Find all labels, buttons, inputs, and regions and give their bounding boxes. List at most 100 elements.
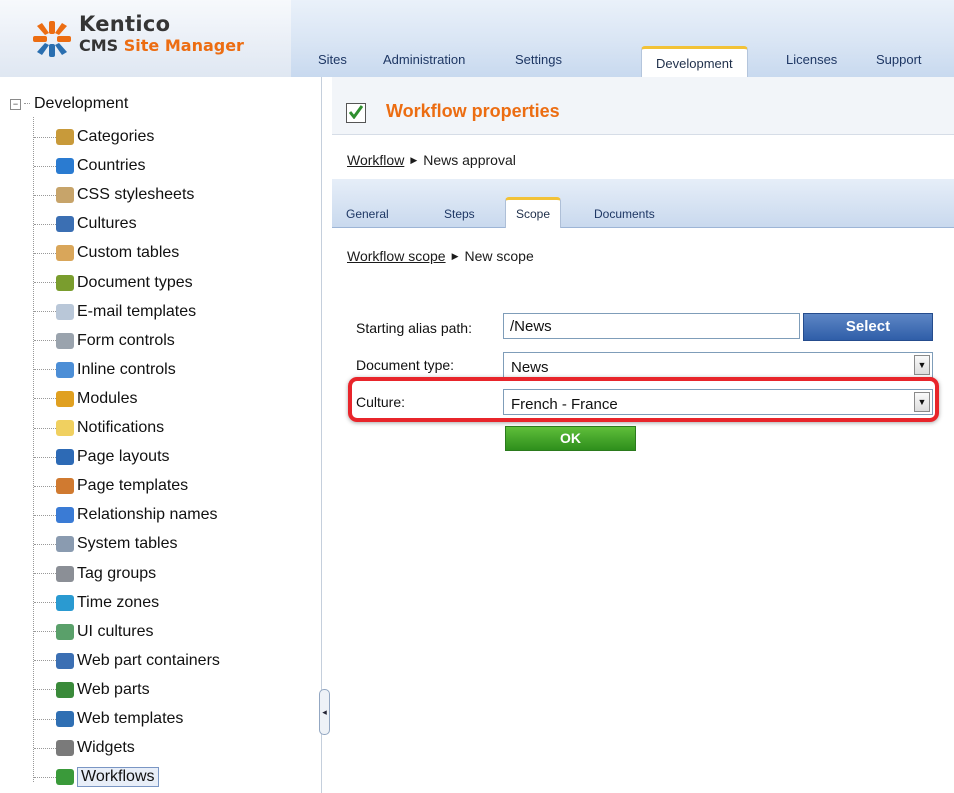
- table-icon: [56, 245, 74, 262]
- tree-connector: [34, 485, 56, 487]
- breadcrumb-arrow-icon: ▶: [451, 251, 459, 261]
- tree-item-label: Categories: [77, 128, 155, 145]
- tree-item-countries[interactable]: Countries: [34, 156, 145, 176]
- puzzle-icon: [56, 681, 74, 698]
- culture-value: French - France: [511, 396, 618, 413]
- tree-item-label: Document types: [77, 273, 193, 291]
- tree-item-widgets[interactable]: Widgets: [34, 738, 135, 758]
- breadcrumb-arrow-icon: ▶: [410, 155, 418, 165]
- menu-tab-support[interactable]: Support: [876, 52, 922, 67]
- breadcrumb-link-workflow[interactable]: Workflow: [347, 152, 404, 168]
- tree-connector: [34, 311, 56, 313]
- tree-connector: [34, 136, 56, 138]
- tree-item-time-zones[interactable]: Time zones: [34, 593, 159, 613]
- tree-item-system-tables[interactable]: System tables: [34, 534, 177, 554]
- tree-item-relationship-names[interactable]: Relationship names: [34, 505, 218, 525]
- tree-item-label: CSS stylesheets: [77, 186, 195, 204]
- breadcrumb-workflow: Workflow ▶ News approval: [332, 135, 954, 180]
- tree-item-e-mail-templates[interactable]: E-mail templates: [34, 302, 196, 322]
- tree-connector: [34, 573, 56, 574]
- workflow-check-icon: [56, 769, 74, 786]
- tab-general[interactable]: General: [346, 207, 389, 221]
- tree-item-label: Cultures: [77, 215, 137, 233]
- menu-tab-licenses[interactable]: Licenses: [786, 52, 837, 67]
- relationship-icon: [56, 507, 74, 524]
- kentico-logo[interactable]: Kentico CMS Site Manager: [0, 0, 292, 77]
- notification-icon: [56, 420, 74, 436]
- tree-connector: [34, 194, 56, 196]
- book-icon: [56, 274, 74, 291]
- culture-globe-icon: [56, 216, 74, 233]
- categories-icon: [56, 129, 74, 145]
- web-template-icon: [56, 711, 74, 727]
- tree-item-web-templates[interactable]: Web templates: [34, 709, 183, 729]
- tree-connector: [34, 689, 56, 691]
- tree-item-label: Custom tables: [77, 244, 180, 262]
- tab-steps[interactable]: Steps: [444, 207, 475, 221]
- tree-item-categories[interactable]: Categories: [34, 127, 154, 147]
- menu-tab-sites[interactable]: Sites: [318, 52, 347, 67]
- breadcrumb-current-scope: New scope: [464, 248, 534, 264]
- tree-item-label: Page templates: [77, 477, 189, 495]
- document-type-select[interactable]: News ▼: [503, 352, 933, 378]
- tree-item-web-part-containers[interactable]: Web part containers: [34, 651, 220, 671]
- tree-item-web-parts[interactable]: Web parts: [34, 680, 150, 700]
- tree-connector: [34, 369, 56, 371]
- menu-tab-administration[interactable]: Administration: [383, 52, 465, 67]
- pencil-icon: [56, 332, 74, 349]
- brush-icon: [56, 187, 74, 204]
- menu-tab-settings[interactable]: Settings: [515, 52, 562, 67]
- culture-select[interactable]: French - France ▼: [503, 389, 933, 415]
- tree-item-label: Web part containers: [77, 651, 220, 669]
- tab-scope[interactable]: Scope: [505, 197, 562, 228]
- tree-item-ui-cultures[interactable]: UI cultures: [34, 622, 153, 642]
- page-title-bar: Workflow properties: [332, 77, 954, 135]
- tree-item-label: Page layouts: [77, 448, 170, 466]
- tree-item-label: Tag groups: [77, 564, 157, 582]
- tree-item-tag-groups[interactable]: Tag groups: [34, 564, 156, 584]
- tree-item-modules[interactable]: Modules: [34, 389, 137, 409]
- tree-item-label: Time zones: [77, 593, 160, 611]
- chevron-down-icon[interactable]: ▼: [914, 355, 930, 375]
- app-header: Kentico CMS Site Manager Sites Administr…: [0, 0, 954, 77]
- tree-connector: [34, 747, 56, 749]
- chevron-down-icon[interactable]: ▼: [914, 392, 930, 412]
- tree-item-page-layouts[interactable]: Page layouts: [34, 447, 170, 467]
- tree-item-css-stylesheets[interactable]: CSS stylesheets: [34, 185, 194, 205]
- tree-item-page-templates[interactable]: Page templates: [34, 476, 188, 496]
- logo-subtitle-cms: CMS: [79, 36, 124, 55]
- starting-alias-path-label: Starting alias path:: [356, 320, 472, 336]
- widget-icon: [56, 740, 74, 757]
- container-icon: [56, 652, 74, 669]
- menu-tab-development[interactable]: Development: [641, 46, 748, 77]
- tree-connector: [34, 398, 56, 400]
- collapse-node-icon[interactable]: −: [10, 99, 21, 110]
- select-button[interactable]: Select: [803, 313, 933, 341]
- tree-item-workflows[interactable]: Workflows: [34, 767, 159, 788]
- tree-item-inline-controls[interactable]: Inline controls: [34, 360, 176, 380]
- breadcrumb-link-workflow-scope[interactable]: Workflow scope: [347, 248, 446, 264]
- tree-item-label: Web templates: [77, 710, 184, 727]
- tree-item-custom-tables[interactable]: Custom tables: [34, 243, 179, 263]
- collapse-panel-handle[interactable]: ◂: [319, 689, 330, 735]
- tree-item-cultures[interactable]: Cultures: [34, 214, 137, 234]
- tree-item-form-controls[interactable]: Form controls: [34, 331, 175, 351]
- tree-item-document-types[interactable]: Document types: [34, 273, 193, 293]
- tree-connector: [24, 103, 30, 104]
- layout-icon: [56, 449, 74, 466]
- tree-root-development[interactable]: − Development: [10, 95, 128, 113]
- logo-subtitle-site-manager: Site Manager: [123, 36, 244, 55]
- tree-item-label: Modules: [77, 389, 138, 407]
- starting-alias-path-input[interactable]: [503, 313, 800, 339]
- tree-connector: [34, 631, 56, 633]
- logo-subtitle: CMS Site Manager: [79, 36, 244, 55]
- tree-item-label: E-mail templates: [77, 302, 197, 320]
- tree-item-notifications[interactable]: Notifications: [34, 418, 164, 438]
- tree-item-label: Inline controls: [77, 360, 176, 378]
- tree-connector: [34, 514, 56, 516]
- tree-connector: [34, 165, 56, 167]
- ok-button[interactable]: OK: [505, 426, 636, 451]
- tree-connector: [34, 427, 56, 429]
- tab-documents[interactable]: Documents: [594, 207, 655, 221]
- inline-control-icon: [56, 361, 74, 378]
